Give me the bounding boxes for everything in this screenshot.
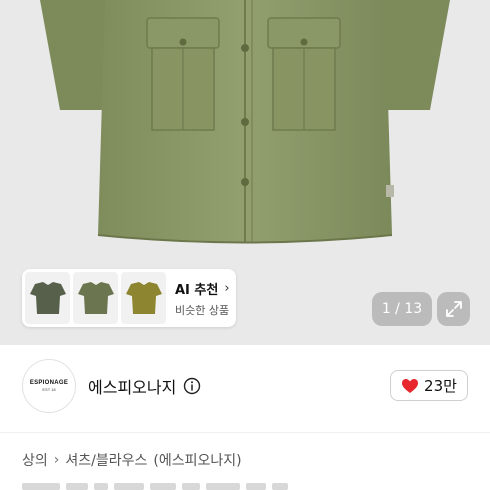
shirt-thumbnail-icon [125, 282, 162, 314]
like-count: 23만 [424, 377, 457, 395]
recommend-thumbnail[interactable] [25, 272, 70, 324]
ai-recommend-text: AI 추천 › 비슷한 상품 [175, 279, 230, 318]
info-icon[interactable] [183, 377, 201, 395]
expand-image-button[interactable] [437, 292, 470, 326]
shirt-thumbnail-icon [77, 282, 114, 314]
shop-logo[interactable]: ESPIONAGE EST 18 [22, 359, 76, 413]
breadcrumb-category[interactable]: 상의 [22, 450, 48, 470]
product-image-gallery[interactable]: AI 추천 › 비슷한 상품 1 / 13 [0, 0, 490, 345]
shop-logo-subtext: EST 18 [42, 387, 56, 392]
chevron-right-icon: › [224, 280, 230, 296]
section-divider [0, 432, 490, 433]
image-pager-indicator: 1 / 13 [372, 292, 432, 326]
chevron-right-icon: › [53, 452, 60, 468]
ai-recommend-subtitle: 비슷한 상품 [175, 303, 230, 317]
breadcrumb-subcategory[interactable]: 셔츠/블라우스 [65, 450, 147, 470]
shop-name[interactable]: 에스피오나지 [88, 374, 176, 398]
breadcrumb: 상의 › 셔츠/블라우스 (에스피오나지) [22, 450, 242, 470]
breadcrumb-brand[interactable]: (에스피오나지) [153, 450, 241, 470]
like-button[interactable]: 23만 [390, 370, 468, 401]
recommend-thumbnail[interactable] [121, 272, 166, 324]
ai-recommend-card[interactable]: AI 추천 › 비슷한 상품 [22, 269, 236, 327]
heart-icon [402, 378, 419, 393]
shop-info-row: ESPIONAGE EST 18 에스피오나지 23만 [22, 358, 470, 414]
expand-icon [445, 301, 462, 317]
product-title-cutoff [22, 483, 342, 490]
shop-logo-text: ESPIONAGE [29, 380, 69, 386]
ai-recommend-title: AI 추천 [175, 282, 219, 298]
shirt-thumbnail-icon [29, 282, 66, 314]
recommend-thumbnail[interactable] [73, 272, 118, 324]
